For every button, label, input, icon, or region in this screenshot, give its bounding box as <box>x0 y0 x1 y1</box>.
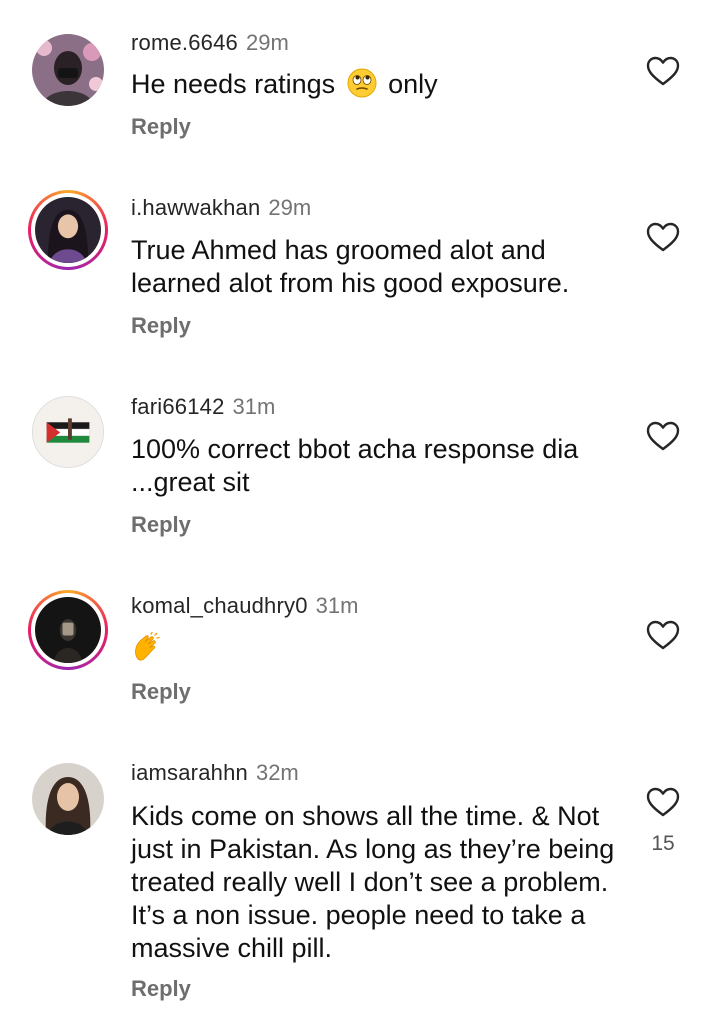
comment-text: He needs ratings only <box>131 68 438 99</box>
avatar-story-ring[interactable] <box>28 590 108 670</box>
username[interactable]: komal_chaudhry0 <box>131 593 308 618</box>
avatar-image <box>32 763 104 835</box>
username[interactable]: fari66142 <box>131 394 225 419</box>
comment-list: rome.6646 29m He needs ratings only Reply… <box>0 0 717 1024</box>
comment-meta: iamsarahhn 32m <box>131 760 299 786</box>
timestamp: 29m <box>268 195 312 220</box>
heart-outline-icon <box>646 421 680 451</box>
avatar-image <box>33 397 103 467</box>
comment-meta: komal_chaudhry0 31m <box>131 593 358 619</box>
like-button[interactable] <box>646 421 680 451</box>
like-button[interactable] <box>646 787 680 817</box>
like-button[interactable] <box>646 222 680 252</box>
avatar[interactable] <box>28 759 108 839</box>
like-button[interactable] <box>646 620 680 650</box>
comment-meta: i.hawwakhan 29m <box>131 195 311 221</box>
comment-text: 100% correct bbot acha response dia ...g… <box>131 434 579 497</box>
comment-meta: rome.6646 29m <box>131 30 289 56</box>
reply-button[interactable]: Reply <box>131 313 191 339</box>
timestamp: 31m <box>232 394 276 419</box>
timestamp: 29m <box>245 30 289 55</box>
comment-meta: fari66142 31m <box>131 394 275 420</box>
avatar-image <box>35 197 101 263</box>
reply-button[interactable]: Reply <box>131 114 191 140</box>
avatar-image <box>35 597 101 663</box>
like-count: 15 <box>651 832 675 855</box>
reply-button[interactable]: Reply <box>131 976 191 1002</box>
heart-outline-icon <box>646 620 680 650</box>
reply-button[interactable]: Reply <box>131 679 191 705</box>
username[interactable]: iamsarahhn <box>131 760 248 785</box>
comment-text: True Ahmed has groomed alot and learned … <box>131 235 570 298</box>
heart-outline-icon <box>646 56 680 86</box>
heart-outline-icon <box>646 787 680 817</box>
face-with-rolling-eyes-emoji <box>347 68 377 98</box>
like-button[interactable] <box>646 56 680 86</box>
avatar[interactable] <box>28 30 108 110</box>
comment-text <box>131 632 631 665</box>
avatar-image <box>32 34 104 106</box>
avatar[interactable] <box>28 392 108 472</box>
timestamp: 31m <box>315 593 359 618</box>
heart-outline-icon <box>646 222 680 252</box>
clapping-hands-emoji <box>131 632 161 662</box>
timestamp: 32m <box>255 760 299 785</box>
username[interactable]: i.hawwakhan <box>131 195 260 220</box>
comment-text: Kids come on shows all the time. & Not j… <box>131 801 615 963</box>
reply-button[interactable]: Reply <box>131 512 191 538</box>
avatar-story-ring[interactable] <box>28 190 108 270</box>
username[interactable]: rome.6646 <box>131 30 238 55</box>
